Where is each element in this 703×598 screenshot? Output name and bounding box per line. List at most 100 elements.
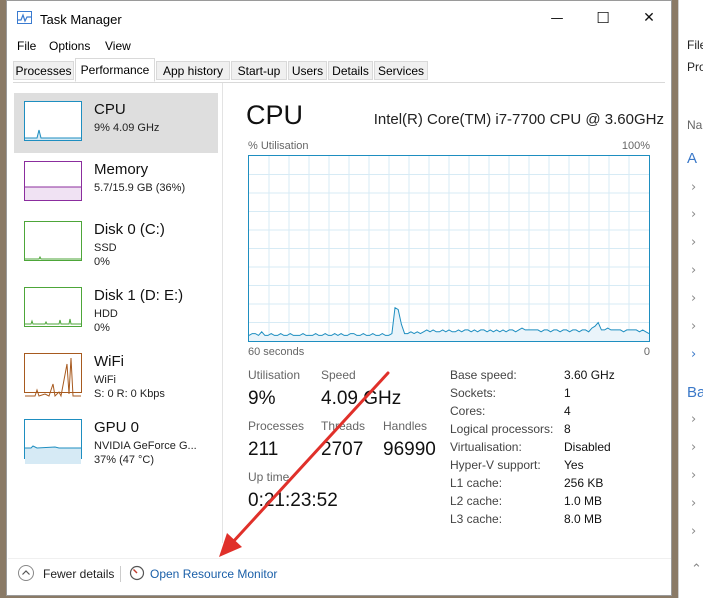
tab-details[interactable]: Details — [328, 61, 373, 80]
spec-label: L2 cache: — [450, 494, 503, 508]
resource-monitor-icon[interactable] — [129, 565, 145, 581]
sidebar-item-wifi[interactable]: WiFi WiFi S: 0 R: 0 Kbps — [14, 345, 218, 405]
sidebar-item-disk-1[interactable]: Disk 1 (D: E:) HDD 0% — [14, 279, 218, 339]
menu-options[interactable]: Options — [49, 39, 90, 53]
sidebar-item-disk-0[interactable]: Disk 0 (C:) SSD 0% — [14, 213, 218, 273]
sidebar-item-detail: 9% 4.09 GHz — [94, 122, 160, 134]
sidebar-item-gpu-0[interactable]: GPU 0 NVIDIA GeForce G... 37% (47 °C) — [14, 411, 218, 471]
spec-label: Base speed: — [450, 368, 517, 382]
spec-value: 4 — [564, 404, 571, 418]
tab-performance[interactable]: Performance — [75, 58, 155, 82]
chevron-right-icon[interactable]: › — [691, 263, 696, 278]
sidebar-item-detail: HDD — [94, 308, 118, 320]
speed-label: Speed — [321, 368, 356, 382]
chevron-up-icon[interactable]: ⌃ — [691, 562, 702, 577]
chevron-right-icon[interactable]: › — [691, 496, 696, 511]
spec-value: 1 — [564, 386, 571, 400]
tab-app-history[interactable]: App history — [156, 61, 230, 80]
cpu-utilisation-chart — [248, 156, 650, 341]
tab-services[interactable]: Services — [374, 61, 428, 80]
spec-value: 8.0 MB — [564, 512, 603, 526]
close-button[interactable]: ✕ — [626, 1, 672, 35]
cpu-model-name: Intel(R) Core(TM) i7-7700 CPU @ 3.60GHz — [373, 111, 664, 128]
background-file-menu[interactable]: File — [687, 38, 703, 52]
wifi-thumbnail-graph — [24, 353, 82, 398]
chevron-right-icon[interactable]: › — [691, 347, 696, 362]
sidebar-item-detail: NVIDIA GeForce G... — [94, 440, 197, 452]
sidebar-item-label: Disk 1 (D: E:) — [94, 287, 184, 304]
background-background-group: Ba — [687, 384, 703, 401]
sidebar-item-label: CPU — [94, 101, 126, 118]
maximize-button[interactable]: ☐ — [580, 1, 626, 35]
sidebar-item-detail: 5.7/15.9 GB (36%) — [94, 182, 186, 194]
resource-sidebar: CPU 9% 4.09 GHz Memory 5.7/15.9 GB (36%)… — [8, 83, 223, 543]
window-title: Task Manager — [40, 12, 122, 27]
sidebar-item-usage: 0% — [94, 322, 110, 334]
chevron-right-icon[interactable]: › — [691, 180, 696, 195]
fewer-details-button[interactable]: Fewer details — [43, 567, 114, 581]
sidebar-item-usage: 37% (47 °C) — [94, 454, 155, 466]
spec-value: Disabled — [564, 440, 611, 454]
sidebar-item-detail: WiFi — [94, 374, 116, 386]
background-window: File Pro Na A › › › › › › › Ba › › › › ›… — [678, 0, 703, 598]
disk-thumbnail-graph — [24, 287, 82, 327]
spec-label: Hyper-V support: — [450, 458, 541, 472]
chevron-right-icon[interactable]: › — [691, 235, 696, 250]
sidebar-item-label: Disk 0 (C:) — [94, 221, 165, 238]
spec-label: L1 cache: — [450, 476, 503, 490]
page-title: CPU — [246, 100, 304, 130]
gpu-thumbnail-graph — [24, 419, 82, 464]
task-manager-window: Task Manager — ☐ ✕ File Options View Pro… — [6, 0, 672, 596]
uptime-label: Up time — [248, 470, 290, 484]
chevron-right-icon[interactable]: › — [691, 468, 696, 483]
handles-value: 96990 — [383, 439, 436, 460]
chevron-right-icon[interactable]: › — [691, 319, 696, 334]
uptime-value: 0:21:23:52 — [248, 490, 338, 511]
graph-y-label: % Utilisation — [248, 140, 309, 152]
sidebar-item-label: GPU 0 — [94, 419, 140, 436]
sidebar-item-detail: SSD — [94, 242, 117, 254]
chevron-right-icon[interactable]: › — [691, 524, 696, 539]
graph-y-max-label: 100% — [621, 140, 650, 152]
graph-time-end-label: 0 — [643, 346, 650, 358]
minimize-button[interactable]: — — [534, 1, 580, 35]
sidebar-item-usage: 0% — [94, 256, 110, 268]
title-bar[interactable]: Task Manager — ☐ ✕ — [7, 1, 671, 35]
chevron-right-icon[interactable]: › — [691, 412, 696, 427]
sidebar-item-label: Memory — [94, 161, 149, 178]
menu-view[interactable]: View — [105, 39, 131, 53]
chevron-right-icon[interactable]: › — [691, 291, 696, 306]
utilisation-label: Utilisation — [248, 368, 301, 382]
spec-label: Virtualisation: — [450, 440, 522, 454]
background-apps-group: A — [687, 150, 698, 167]
utilisation-value: 9% — [248, 388, 276, 409]
spec-value: 8 — [564, 422, 571, 436]
disk-thumbnail-graph — [24, 221, 82, 261]
open-resource-monitor-link[interactable]: Open Resource Monitor — [150, 567, 277, 581]
spec-value: 1.0 MB — [564, 494, 603, 508]
handles-label: Handles — [383, 419, 428, 433]
chevron-up-icon[interactable] — [18, 565, 34, 581]
spec-value: 256 KB — [564, 476, 604, 490]
performance-content: CPU 9% 4.09 GHz Memory 5.7/15.9 GB (36%)… — [8, 83, 671, 595]
memory-thumbnail-graph — [24, 161, 82, 201]
menu-file[interactable]: File — [17, 39, 36, 53]
chevron-right-icon[interactable]: › — [691, 207, 696, 222]
threads-value: 2707 — [321, 439, 364, 460]
task-manager-icon — [17, 11, 32, 24]
tab-users[interactable]: Users — [288, 61, 327, 80]
cpu-detail-panel: CPU Intel(R) Core(TM) i7-7700 CPU @ 3.60… — [234, 83, 664, 543]
spec-label: L3 cache: — [450, 512, 503, 526]
sidebar-item-cpu[interactable]: CPU 9% 4.09 GHz — [14, 93, 218, 153]
sidebar-item-memory[interactable]: Memory 5.7/15.9 GB (36%) — [14, 153, 218, 213]
chevron-right-icon[interactable]: › — [691, 440, 696, 455]
spec-label: Sockets: — [450, 386, 497, 400]
tab-start-up[interactable]: Start-up — [231, 61, 287, 80]
background-processes-tab[interactable]: Pro — [687, 60, 703, 74]
speed-value: 4.09 GHz — [321, 388, 402, 409]
sidebar-item-throughput: S: 0 R: 0 Kbps — [94, 388, 165, 400]
tab-processes[interactable]: Processes — [13, 61, 74, 80]
cpu-utilisation-graph — [248, 155, 650, 342]
threads-label: Threads — [321, 419, 366, 433]
spec-value: Yes — [564, 458, 584, 472]
